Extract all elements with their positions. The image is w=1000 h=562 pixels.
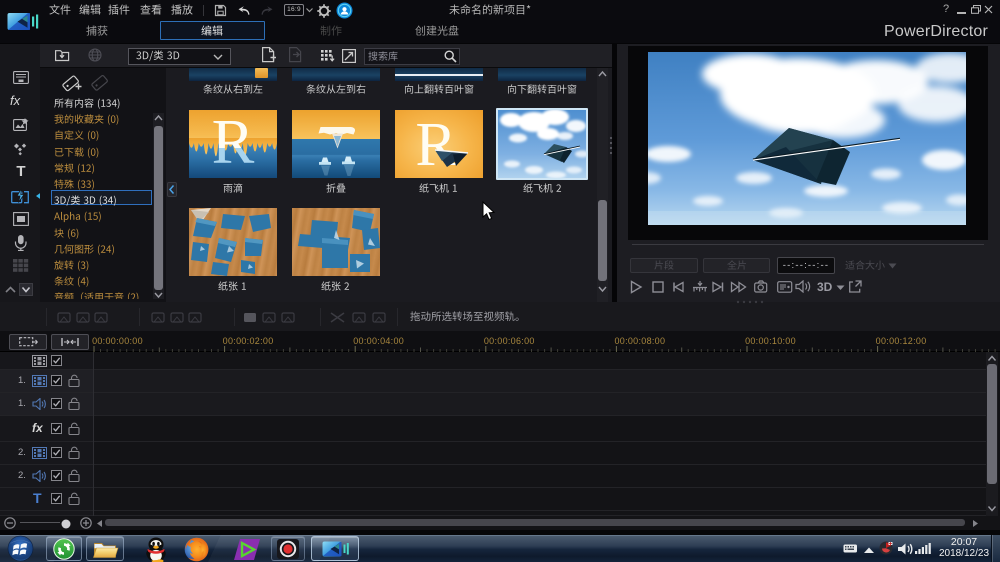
svg-text:R: R [415,111,457,178]
